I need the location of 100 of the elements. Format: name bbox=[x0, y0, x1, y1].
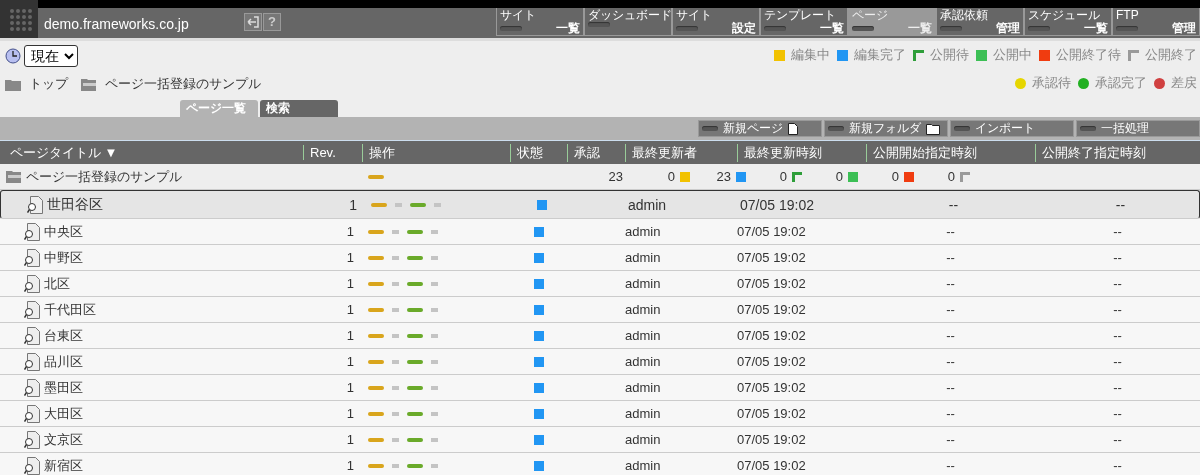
page-title[interactable]: 中野区 bbox=[44, 248, 83, 267]
table-row[interactable]: 墨田区 1 admin 07/05 19:02 -- -- bbox=[0, 375, 1200, 401]
page-title[interactable]: 品川区 bbox=[44, 352, 83, 371]
action-pill-icon[interactable] bbox=[407, 463, 423, 468]
table-row[interactable]: 文京区 1 admin 07/05 19:02 -- -- bbox=[0, 427, 1200, 453]
action-pill-icon[interactable] bbox=[407, 333, 423, 338]
revision-cell-text: 1 bbox=[345, 380, 355, 395]
action-pill-icon[interactable] bbox=[407, 307, 423, 312]
action-pill-icon[interactable] bbox=[368, 411, 384, 416]
nav-tab[interactable]: サイト 一覧 bbox=[496, 8, 584, 36]
nav-tab[interactable]: スケジュール 一覧 bbox=[1024, 8, 1112, 36]
action-pill-icon[interactable] bbox=[368, 307, 384, 312]
action-pill-icon[interactable] bbox=[407, 281, 423, 286]
column-header[interactable]: 最終更新時刻 bbox=[737, 143, 866, 162]
breadcrumb-link[interactable]: トップ bbox=[29, 75, 68, 93]
nav-tab[interactable]: 承認依頼 管理 bbox=[936, 8, 1024, 36]
page-title[interactable]: 新宿区 bbox=[44, 456, 83, 475]
action-pill-icon[interactable] bbox=[371, 202, 387, 207]
legend-label: 承認待 bbox=[1032, 74, 1071, 92]
action-pill-icon[interactable] bbox=[407, 437, 423, 442]
action-stub-icon bbox=[392, 255, 399, 260]
column-header[interactable]: 状態 bbox=[510, 143, 567, 162]
table-row[interactable]: 千代田区 1 admin 07/05 19:02 -- -- bbox=[0, 297, 1200, 323]
logout-icon[interactable] bbox=[244, 13, 262, 31]
toolbar-button[interactable]: 新規ページ bbox=[698, 120, 822, 137]
action-stub-icon bbox=[431, 255, 438, 260]
table-row[interactable]: 新宿区 1 admin 07/05 19:02 -- -- bbox=[0, 453, 1200, 475]
start-time-cell-text: -- bbox=[945, 458, 956, 473]
column-header[interactable]: 最終更新者 bbox=[625, 143, 737, 162]
page-title[interactable]: 世田谷区 bbox=[47, 195, 103, 214]
time-select[interactable]: 現在 bbox=[24, 45, 78, 67]
legend-label: 公開終了待 bbox=[1056, 46, 1121, 64]
revision-cell-text: 1 bbox=[345, 354, 355, 369]
page-title[interactable]: 北区 bbox=[44, 274, 70, 293]
folder-title[interactable]: ページ一括登録のサンプル bbox=[26, 167, 182, 186]
table-row[interactable]: 中央区 1 admin 07/05 19:02 -- -- bbox=[0, 219, 1200, 245]
action-stub-icon bbox=[431, 411, 438, 416]
action-pill-icon[interactable] bbox=[407, 359, 423, 364]
table-row[interactable]: 中野区 1 admin 07/05 19:02 -- -- bbox=[0, 245, 1200, 271]
updater-cell-text: admin bbox=[625, 328, 662, 343]
page-title[interactable]: 千代田区 bbox=[44, 300, 96, 319]
updated-cell-text: 07/05 19:02 bbox=[737, 224, 807, 239]
column-header[interactable]: 公開終了指定時刻 bbox=[1035, 143, 1200, 162]
page-search-icon bbox=[24, 274, 40, 293]
page-title[interactable]: 台東区 bbox=[44, 326, 83, 345]
page-icon bbox=[788, 122, 798, 135]
action-pill-icon[interactable] bbox=[368, 359, 384, 364]
table-row[interactable]: 大田区 1 admin 07/05 19:02 -- -- bbox=[0, 401, 1200, 427]
toolbar-button[interactable]: 新規フォルダ bbox=[824, 120, 948, 137]
page-search-icon bbox=[27, 195, 43, 214]
page-title[interactable]: 大田区 bbox=[44, 404, 83, 423]
table-row[interactable]: 台東区 1 admin 07/05 19:02 -- -- bbox=[0, 323, 1200, 349]
column-header[interactable]: 承認 bbox=[567, 143, 625, 162]
action-pill-icon[interactable] bbox=[368, 281, 384, 286]
action-pill-icon[interactable] bbox=[407, 255, 423, 260]
page-title[interactable]: 文京区 bbox=[44, 430, 83, 449]
status-count: 0 bbox=[834, 169, 843, 184]
start-time-cell-text: -- bbox=[945, 302, 956, 317]
action-pill-icon[interactable] bbox=[368, 255, 384, 260]
breadcrumb-link[interactable]: ページ一括登録のサンプル bbox=[105, 75, 261, 93]
nav-tab[interactable]: FTP 管理 bbox=[1112, 8, 1200, 36]
start-time-cell-text: -- bbox=[945, 328, 956, 343]
folder-icon bbox=[926, 122, 940, 135]
start-time-cell-text: -- bbox=[945, 276, 956, 291]
page-title[interactable]: 墨田区 bbox=[44, 378, 83, 397]
view-tab[interactable]: 検索 bbox=[260, 100, 338, 117]
nav-tab[interactable]: ダッシュボード bbox=[584, 8, 672, 36]
end-time-cell-text: -- bbox=[1112, 458, 1123, 473]
column-header[interactable]: 操作 bbox=[362, 143, 510, 162]
action-pill-icon[interactable] bbox=[407, 385, 423, 390]
end-time-cell-text: -- bbox=[1112, 432, 1123, 447]
action-pill-icon[interactable] bbox=[368, 333, 384, 338]
approval-count: 23 bbox=[607, 169, 624, 184]
action-pill-icon[interactable] bbox=[407, 229, 423, 234]
table-row[interactable]: 品川区 1 admin 07/05 19:02 -- -- bbox=[0, 349, 1200, 375]
action-pill-icon[interactable] bbox=[368, 229, 384, 234]
action-pill-icon[interactable] bbox=[410, 202, 426, 207]
updated-cell-text: 07/05 19:02 bbox=[740, 196, 815, 213]
updated-cell-text: 07/05 19:02 bbox=[737, 250, 807, 265]
revision-cell-text: 1 bbox=[345, 224, 355, 239]
action-pill-icon[interactable] bbox=[368, 385, 384, 390]
nav-tab[interactable]: テンプレート 一覧 bbox=[760, 8, 848, 36]
table-row[interactable]: 世田谷区 1 admin 07/05 19:02 -- -- bbox=[0, 190, 1200, 219]
page-search-icon bbox=[24, 404, 40, 423]
page-title[interactable]: 中央区 bbox=[44, 222, 83, 241]
status-count: 0 bbox=[666, 169, 675, 184]
column-header[interactable]: Rev. bbox=[303, 145, 362, 160]
toolbar-button[interactable]: インポート bbox=[950, 120, 1074, 137]
table-row[interactable]: 北区 1 admin 07/05 19:02 -- -- bbox=[0, 271, 1200, 297]
action-pill-icon[interactable] bbox=[368, 463, 384, 468]
updated-cell-text: 07/05 19:02 bbox=[737, 406, 807, 421]
column-header[interactable]: 公開開始指定時刻 bbox=[866, 143, 1035, 162]
toolbar-button[interactable]: 一括処理 bbox=[1076, 120, 1200, 137]
action-pill-icon[interactable] bbox=[407, 411, 423, 416]
action-pill-icon[interactable] bbox=[368, 174, 384, 179]
column-header[interactable]: ページタイトル ▼ bbox=[0, 143, 303, 162]
action-stub-icon bbox=[392, 411, 399, 416]
nav-tab[interactable]: サイト 設定 bbox=[672, 8, 760, 36]
action-pill-icon[interactable] bbox=[368, 437, 384, 442]
start-time-cell-text: -- bbox=[947, 196, 960, 213]
